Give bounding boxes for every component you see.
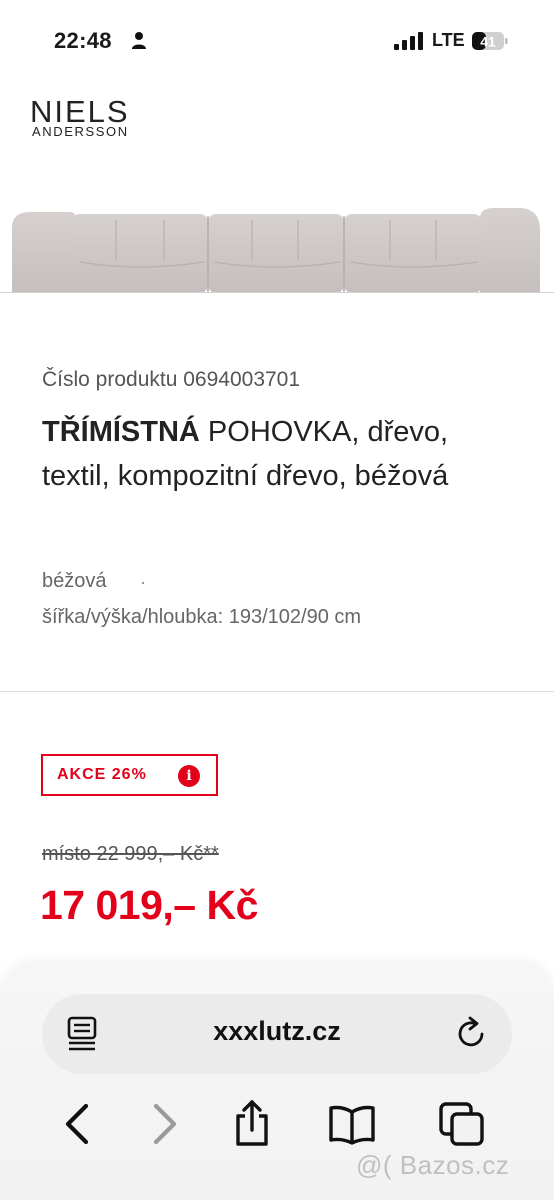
sofa-image (12, 208, 540, 293)
battery-icon: 41 (472, 32, 508, 50)
svg-text:41: 41 (480, 34, 496, 50)
product-number: Číslo produktu 0694003701 (42, 368, 301, 391)
image-divider (0, 292, 554, 293)
old-price: místo 22 999,– Kč** (42, 843, 219, 865)
network-label: LTE (432, 30, 465, 50)
info-icon[interactable]: i (178, 765, 200, 787)
new-price: 17 019,– Kč (40, 882, 258, 928)
share-icon[interactable] (230, 1100, 274, 1148)
bookmarks-icon[interactable] (328, 1100, 376, 1148)
product-title-bold: TŘÍMÍSTNÁ (42, 416, 200, 448)
product-image[interactable] (0, 200, 554, 293)
back-icon[interactable] (58, 1100, 102, 1148)
dot-separator: · (140, 572, 146, 592)
section-divider (0, 691, 554, 692)
brand-subname: ANDERSSON (32, 124, 129, 139)
sale-badge[interactable]: AKCE 26% i (41, 754, 218, 796)
product-dimensions: šířka/výška/hloubka: 193/102/90 cm (42, 606, 362, 628)
brand-name: NIELS (30, 94, 130, 129)
person-icon (132, 32, 146, 49)
reload-icon[interactable] (453, 1015, 489, 1051)
status-time: 22:48 (54, 28, 112, 53)
status-bar: 22:48 LTE 41 (0, 0, 554, 84)
product-color: béžová (42, 570, 107, 592)
forward-icon[interactable] (142, 1100, 186, 1148)
product-title: TŘÍMÍSTNÁ POHOVKA, dřevo, textil, kompoz… (42, 410, 522, 498)
signal-icon (394, 32, 423, 50)
watermark: @( Bazos.cz (356, 1150, 510, 1180)
tabs-icon[interactable] (438, 1100, 486, 1148)
sale-badge-label: AKCE 26% (57, 766, 147, 783)
brand-logo[interactable]: NIELS ANDERSSON (30, 96, 150, 146)
